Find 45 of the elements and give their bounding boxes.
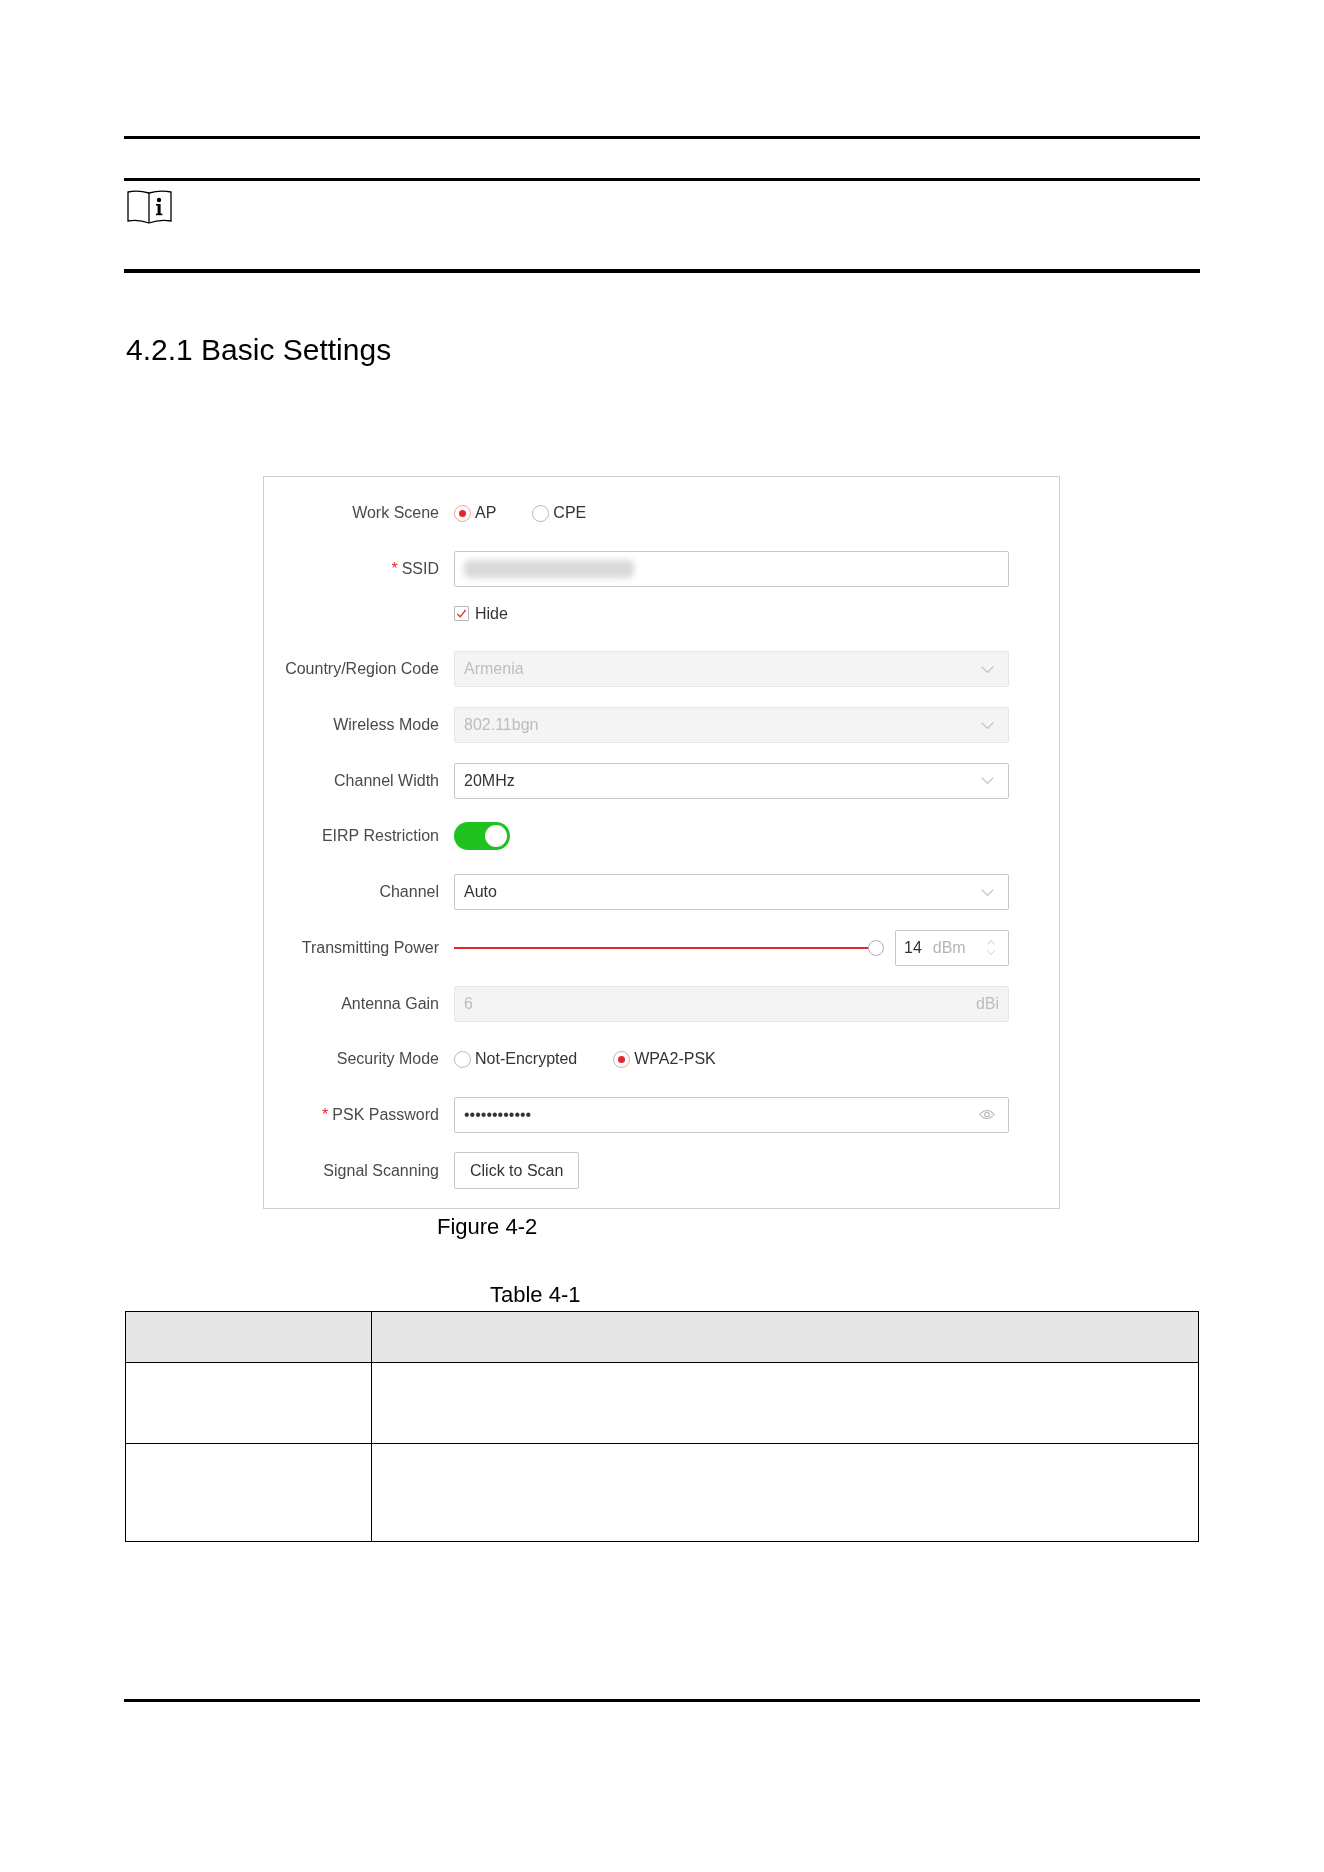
- scan-button[interactable]: Click to Scan: [454, 1152, 580, 1190]
- radio-label[interactable]: WPA2-PSK: [634, 1047, 716, 1072]
- radio-label[interactable]: Not-Encrypted: [475, 1047, 578, 1072]
- field-label: Antenna Gain: [341, 993, 439, 1014]
- required-asterisk: *: [391, 558, 398, 579]
- field-label: Security Mode: [336, 1049, 439, 1070]
- radio-button[interactable]: [454, 504, 471, 522]
- toggle-switch[interactable]: [454, 822, 510, 851]
- radio-label[interactable]: AP: [475, 501, 497, 525]
- section-heading: 4.2.1 Basic Settings: [126, 332, 392, 368]
- chevron-down-icon: [981, 777, 994, 785]
- number-field[interactable]: 14 dBm: [895, 929, 1009, 966]
- field-label: Channel Width: [334, 770, 439, 791]
- chevron-down-icon: [981, 721, 994, 729]
- chevron-up-icon[interactable]: [987, 940, 995, 946]
- checkbox[interactable]: [454, 606, 469, 622]
- figure-caption: Figure 4-2: [437, 1214, 538, 1240]
- field-label: PSK Password: [332, 1104, 439, 1125]
- radio-button[interactable]: [613, 1050, 631, 1068]
- field-label: Wireless Mode: [333, 715, 439, 736]
- dropdown[interactable]: Auto: [454, 874, 1009, 911]
- text-field[interactable]: [454, 550, 1009, 587]
- chevron-down-icon: [981, 888, 994, 896]
- checkbox-label[interactable]: Hide: [475, 601, 508, 626]
- slider-thumb[interactable]: [868, 939, 884, 956]
- chevron-down-icon[interactable]: [987, 950, 995, 956]
- radio-button[interactable]: [532, 504, 550, 522]
- book-info-icon: [127, 190, 172, 224]
- eye-icon[interactable]: [979, 1109, 995, 1121]
- field-label: Signal Scanning: [323, 1160, 439, 1181]
- field-label: Channel: [379, 882, 439, 903]
- slider-track[interactable]: [454, 939, 884, 956]
- field-label: Transmitting Power: [301, 937, 439, 958]
- table-caption: Table 4-1: [490, 1282, 581, 1308]
- required-asterisk: *: [322, 1104, 329, 1125]
- radio-label[interactable]: CPE: [553, 501, 587, 525]
- password-field[interactable]: ••••••••••••: [454, 1096, 1009, 1133]
- field-label: Country/Region Code: [285, 659, 439, 680]
- field-label: EIRP Restriction: [321, 826, 439, 847]
- unit-label: dBm: [932, 937, 966, 958]
- field-label: SSID: [401, 558, 439, 579]
- radio-button[interactable]: [454, 1050, 471, 1068]
- chevron-down-icon: [981, 665, 994, 673]
- field-label: Work Scene: [352, 503, 439, 523]
- dropdown[interactable]: 20MHz: [454, 762, 1009, 799]
